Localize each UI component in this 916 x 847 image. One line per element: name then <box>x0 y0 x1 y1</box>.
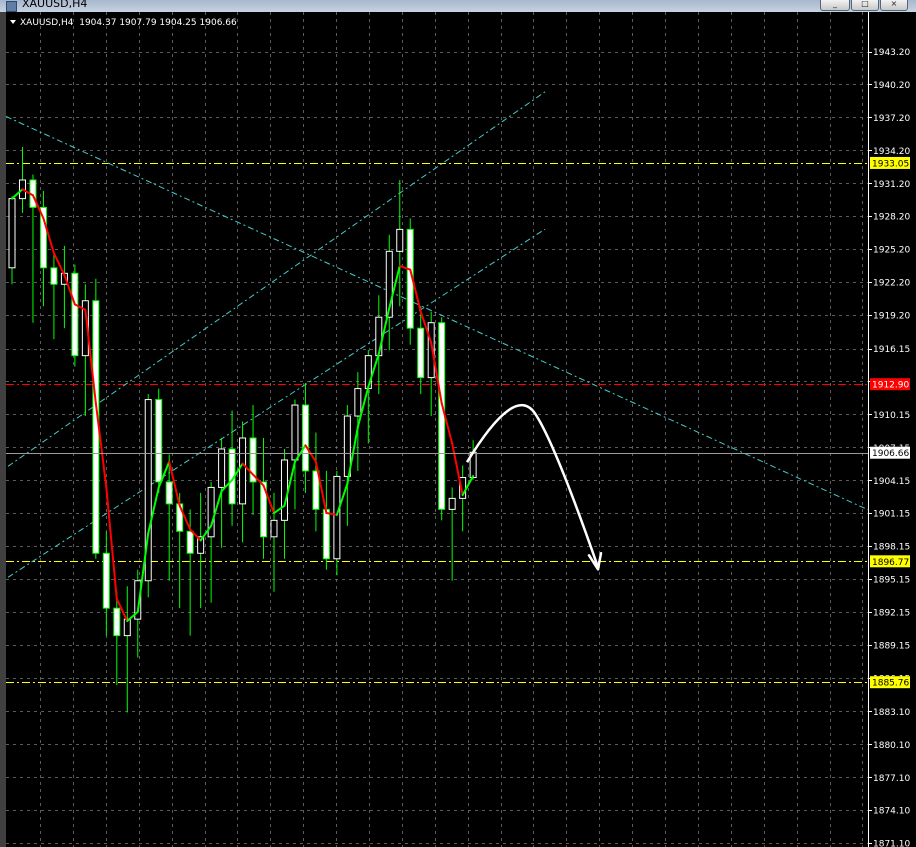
close-button[interactable]: × <box>880 0 908 11</box>
axis-tick-label: 1892.15 <box>873 609 910 619</box>
candle-bear <box>155 399 163 483</box>
axis-tick-label: 1937.20 <box>873 114 910 124</box>
candle-bear <box>113 607 121 637</box>
axis-tick-label: 1922.20 <box>873 279 910 289</box>
candle-bull <box>8 198 16 269</box>
axis-tick-label: 1934.20 <box>873 147 910 157</box>
axis-tick-label: 1898.15 <box>873 543 910 553</box>
candle-bull <box>239 437 247 505</box>
axis-tick-label: 1901.15 <box>873 510 910 520</box>
price-axis-border <box>868 12 869 847</box>
candle-bear <box>417 327 425 379</box>
axis-tick-label: 1925.20 <box>873 246 910 256</box>
axis-tick-label: 1877.10 <box>873 774 910 784</box>
axis-tick-label: 1919.20 <box>873 312 910 322</box>
axis-tick-label: 1943.20 <box>873 48 910 58</box>
chart-window-icon <box>6 1 17 12</box>
candle-bull <box>354 388 362 417</box>
candle-bear <box>186 530 194 554</box>
level-label: 1896.77 <box>872 558 909 568</box>
candle-bull <box>218 448 226 488</box>
triangle-down-icon <box>10 20 16 24</box>
level-label: 1933.05 <box>872 159 909 169</box>
window-titlebar[interactable]: XAUUSD,H4 _ □ × <box>0 0 916 12</box>
symbol-name: XAUUSD,H4 <box>20 18 74 28</box>
axis-tick-label: 1910.15 <box>873 411 910 421</box>
candle-bull <box>280 459 288 521</box>
bar-high: 1907.79 <box>119 18 157 28</box>
bar-open: 1904.37 <box>79 18 117 28</box>
minimize-button[interactable]: _ <box>820 0 850 11</box>
price-chart[interactable]: 1943.20 1940.20 1937.20 1934.20 1931.20 1928.… <box>0 12 916 847</box>
candle-bull <box>448 497 456 510</box>
candle-bear <box>71 272 79 357</box>
axis-tick-label: 1940.20 <box>873 81 910 91</box>
axis-tick-label: 1928.20 <box>873 213 910 223</box>
axis-tick-label: 1889.15 <box>873 641 910 651</box>
candle-bear <box>102 552 110 609</box>
axis-tick-label: 1883.10 <box>873 708 910 718</box>
axis-tick-label: 1874.10 <box>873 807 910 817</box>
axis-tick-label: 1880.10 <box>873 741 910 751</box>
current-price-label: 1906.66 <box>872 449 909 459</box>
candle-bear <box>438 322 446 510</box>
symbol-info-bar: XAUUSD,H4 1904.37 1907.79 1904.25 1906.6… <box>10 18 237 28</box>
chart-background <box>0 12 916 847</box>
candle-bear <box>301 404 309 472</box>
level-label: 1885.76 <box>872 679 909 689</box>
level-label: 1912.90 <box>872 381 909 391</box>
candle-bull <box>333 475 341 560</box>
axis-tick-label: 1931.20 <box>873 180 910 190</box>
axis-tick-label: 1916.15 <box>873 345 910 355</box>
window-title: XAUUSD,H4 <box>22 0 88 10</box>
axis-tick-label: 1871.10 <box>873 840 910 847</box>
candle-bull <box>396 228 404 252</box>
candle-bull <box>291 404 299 461</box>
candle-bear <box>322 508 330 560</box>
candle-bear <box>165 481 173 505</box>
axis-tick-label: 1895.15 <box>873 576 910 586</box>
candle-bear <box>50 267 58 285</box>
axis-tick-label: 1904.15 <box>873 477 910 487</box>
maximize-button[interactable]: □ <box>851 0 879 11</box>
bar-close: 1906.66 <box>199 18 237 28</box>
chart-left-border <box>0 12 6 847</box>
candle-bull <box>270 519 278 538</box>
bar-low: 1904.25 <box>159 18 197 28</box>
